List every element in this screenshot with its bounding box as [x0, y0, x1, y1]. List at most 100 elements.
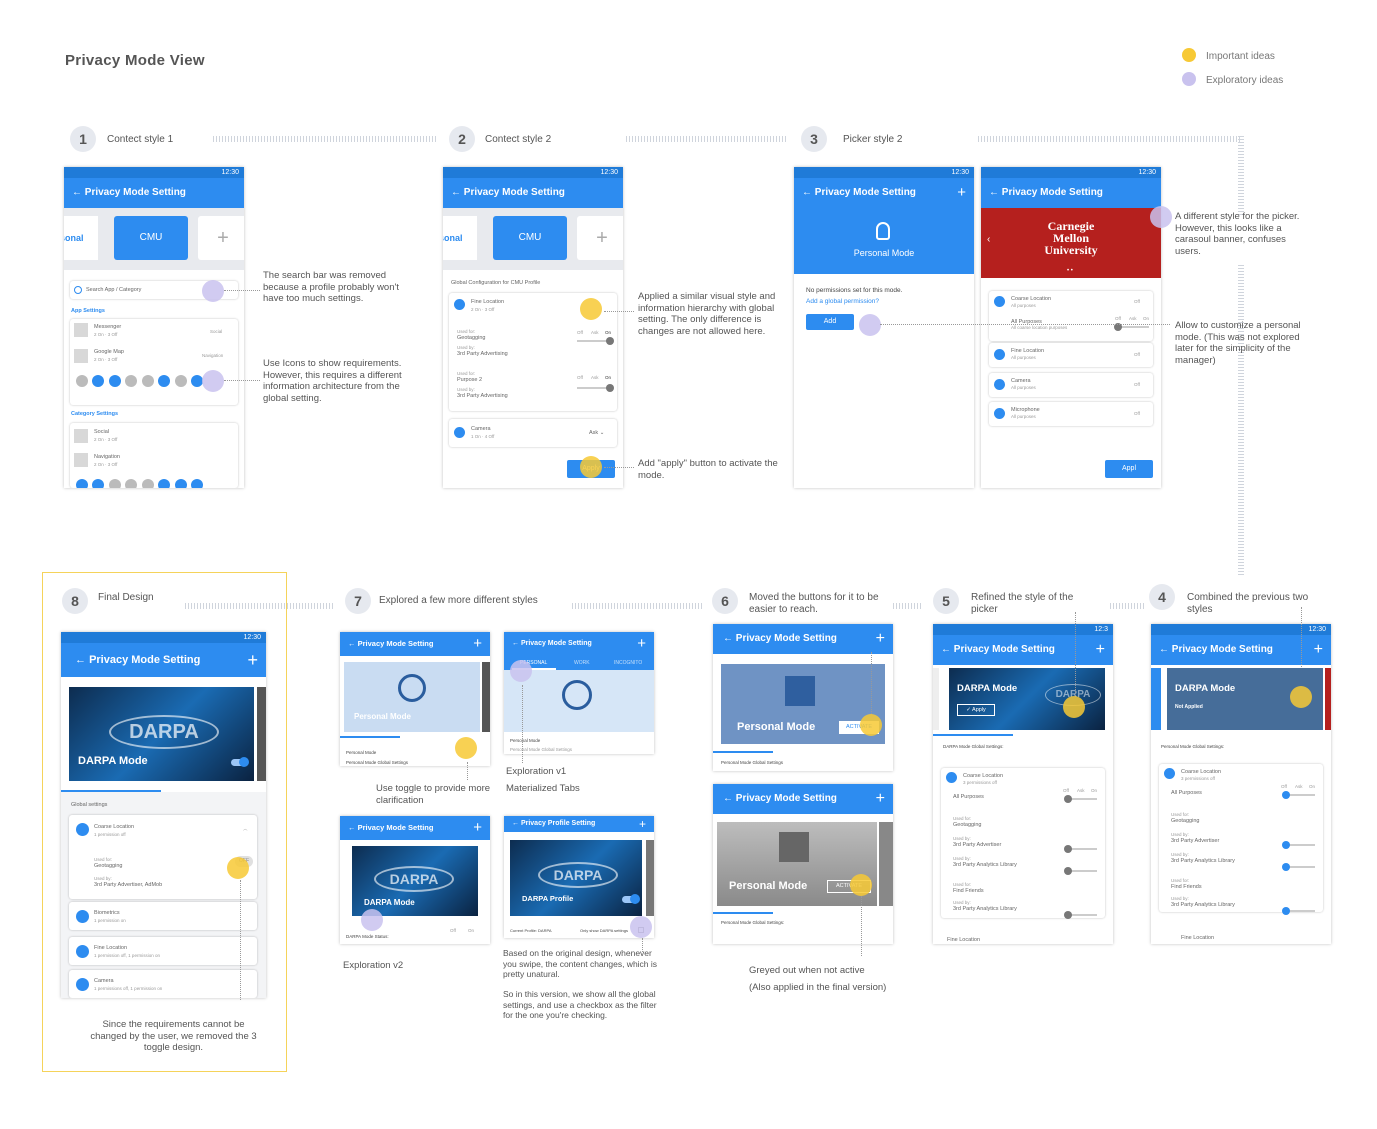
exploratory-legend-dot [1182, 72, 1196, 86]
slider-on: On [468, 928, 475, 933]
biometrics-card[interactable]: Biometrics 1 permission on [69, 902, 257, 930]
three-state-slider[interactable] [1064, 867, 1097, 875]
profile-tab-cmu[interactable]: CMU [114, 216, 188, 260]
add-mode-button[interactable]: + [473, 632, 482, 656]
globe-icon [562, 680, 592, 710]
fine-location-card[interactable]: Fine Location All purposes Off [989, 343, 1153, 367]
slider-off: Off [1281, 784, 1287, 789]
profile-tab-cmu[interactable]: CMU [493, 216, 567, 260]
add-mode-button[interactable]: + [637, 632, 646, 656]
permission-name: Coarse Location [963, 773, 1004, 779]
phone-buttons-moved-active: ← Privacy Mode Setting + Personal Mode AC… [713, 624, 893, 771]
back-arrow-icon[interactable]: ← [348, 823, 356, 832]
add-profile-button[interactable]: + [198, 216, 244, 260]
important-marker [455, 737, 477, 759]
back-arrow-icon[interactable]: ← [1159, 644, 1169, 655]
mode-name: DARPA Mode [957, 683, 1018, 694]
mode-banner[interactable]: Personal Mode [794, 208, 974, 274]
important-marker [580, 298, 602, 320]
permission-state: Off [1134, 299, 1140, 304]
camera-icon [454, 427, 465, 438]
three-state-slider[interactable] [577, 337, 614, 345]
status-bar: 12:30 [1151, 624, 1331, 635]
mode-name: Personal Mode [737, 721, 816, 733]
camera-card[interactable]: Camera 1 permissions off, 1 permission o… [69, 970, 257, 998]
personal-mode-card[interactable]: Personal Mode ACTIVATE [721, 664, 885, 744]
darpa-profile-card[interactable]: DARPA DARPA Profile [510, 840, 642, 916]
next-mode-peek [646, 840, 654, 916]
category-summary: 2 On · 3 Off [94, 437, 118, 442]
fine-location-card[interactable]: Fine Location 1 permission off, 1 permis… [69, 937, 257, 965]
personal-mode-illustration[interactable]: Personal Mode [344, 662, 480, 732]
add-mode-button[interactable]: + [1314, 635, 1323, 665]
add-mode-button[interactable]: + [957, 178, 966, 208]
note-apply-button: Add "apply" button to activate the mode. [638, 458, 778, 481]
app-bar-title: Privacy Mode Setting [953, 644, 1055, 655]
add-profile-button[interactable]: + [577, 216, 623, 260]
add-mode-button[interactable]: + [876, 784, 885, 814]
darpa-mode-card[interactable]: DARPA DARPA Mode [352, 846, 478, 916]
app-bar: ← Privacy Mode Setting + [504, 632, 654, 656]
camera-ask-value[interactable]: Ask ⌄ [589, 430, 604, 437]
profile-tab-personal[interactable]: sonal [64, 216, 98, 260]
darpa-mode-card[interactable]: DARPA DARPA Mode [69, 687, 254, 781]
mode-toggle[interactable] [231, 757, 249, 767]
note-toggle-clarification: Use toggle to provide more clarification [376, 783, 491, 806]
back-arrow-icon[interactable]: ← [802, 187, 812, 198]
three-state-slider[interactable] [1114, 323, 1149, 331]
back-arrow-icon[interactable]: ← [723, 633, 733, 644]
chevron-up-icon[interactable]: ︿ [243, 826, 248, 832]
camera-card[interactable]: Camera All purposes Off [989, 373, 1153, 397]
add-mode-button[interactable]: + [247, 643, 258, 677]
university-banner[interactable]: ‹ Carnegie Mellon University • • [981, 208, 1161, 278]
apply-button[interactable]: Appl [1105, 460, 1153, 478]
search-icon [74, 286, 82, 294]
app-name: Google Map [94, 349, 124, 355]
back-arrow-icon[interactable]: ← [451, 187, 461, 198]
three-state-slider[interactable] [577, 384, 614, 392]
back-arrow-icon[interactable]: ← [348, 639, 356, 648]
three-state-slider[interactable] [1064, 911, 1097, 919]
profile-tab-personal[interactable]: sonal [443, 216, 477, 260]
camera-card[interactable]: Camera 1 On · 4 Off Ask ⌄ [449, 419, 617, 447]
add-global-link[interactable]: Add a global permission? [806, 298, 879, 305]
microphone-card[interactable]: Microphone All purposes Off [989, 402, 1153, 426]
app-bar: ← Privacy Mode Setting + [713, 624, 893, 654]
back-arrow-icon[interactable]: ← [512, 640, 519, 647]
three-state-slider[interactable] [1064, 845, 1097, 853]
app-bar: ← Privacy Mode Setting + [61, 643, 266, 677]
app-bar: ← Privacy Mode Setting + [794, 178, 974, 208]
add-mode-button[interactable]: + [1096, 635, 1105, 665]
permission-summary: 3 permissions off [1181, 776, 1215, 781]
permission-summary: 1 On · 4 Off [471, 434, 495, 439]
three-state-slider[interactable] [1282, 907, 1315, 915]
app-bar: ← Privacy Mode Setting [443, 178, 623, 208]
profile-toggle[interactable] [622, 894, 640, 904]
carousel-indicator [340, 736, 400, 738]
back-arrow-icon[interactable]: ← [723, 793, 733, 804]
three-state-slider[interactable] [1282, 791, 1315, 799]
three-state-slider[interactable] [1064, 795, 1097, 803]
add-mode-button[interactable]: + [876, 624, 885, 654]
back-arrow-icon[interactable]: ← [512, 820, 519, 827]
slider-ask: Ask [1295, 784, 1303, 789]
add-mode-button[interactable]: + [473, 816, 482, 840]
three-state-slider[interactable] [1282, 863, 1315, 871]
connector-line [240, 880, 241, 1000]
add-mode-button[interactable]: + [639, 816, 646, 832]
add-button[interactable]: Add [806, 314, 854, 330]
back-arrow-icon[interactable]: ← [72, 187, 82, 198]
back-arrow-icon[interactable]: ← [75, 654, 86, 666]
three-state-slider[interactable] [1282, 841, 1315, 849]
back-arrow-icon[interactable]: ← [989, 187, 999, 198]
app-bar: ← Privacy Mode Setting + [340, 816, 490, 840]
slider-ask: Ask [591, 375, 599, 380]
tab-work[interactable]: WORK [574, 660, 590, 666]
important-legend-dot [1182, 48, 1196, 62]
exploratory-marker [202, 370, 224, 392]
used-by-name: 3rd Party Advertiser [953, 842, 1002, 848]
apply-button[interactable]: ✓ Apply [957, 704, 995, 716]
purpose-name: Geotagging [1171, 818, 1200, 824]
back-arrow-icon[interactable]: ← [941, 644, 951, 655]
tab-incognito[interactable]: INCOGNITO [614, 660, 642, 666]
